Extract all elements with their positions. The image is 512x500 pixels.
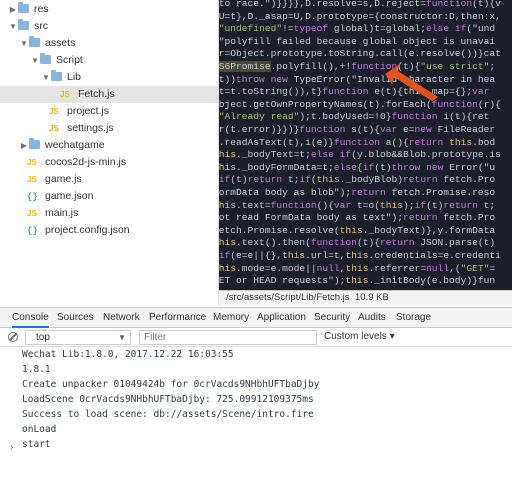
- editor-file-size: 10.9 KB: [355, 292, 389, 303]
- tree-item-label: main.js: [45, 207, 79, 219]
- tree-item-label: Lib: [67, 71, 82, 83]
- tree-item-label: Script: [56, 54, 83, 66]
- tree-item-script[interactable]: ▼ Script: [0, 52, 83, 69]
- clear-console-icon[interactable]: [8, 332, 18, 342]
- js-file-icon: JS: [27, 209, 37, 218]
- tab-audits[interactable]: Audits: [358, 308, 386, 328]
- editor-file-path: /src/assets/Script/Lib/Fetch.js: [226, 292, 350, 303]
- tree-item-game-json[interactable]: {} game.json: [0, 188, 93, 205]
- folder-icon: [29, 138, 40, 149]
- tree-item-label: res: [34, 3, 49, 15]
- console-line: start: [22, 439, 51, 450]
- js-file-icon: JS: [60, 90, 70, 99]
- devtools-tab-bar: Console Sources Network Performance Memo…: [0, 307, 512, 328]
- chevron-down-icon[interactable]: ▼: [19, 35, 29, 52]
- js-file-icon: JS: [49, 124, 59, 133]
- folder-icon: [18, 19, 29, 30]
- console-line: Success to load scene: db://assets/Scene…: [22, 409, 314, 420]
- tree-item-assets[interactable]: ▼ assets: [0, 35, 75, 52]
- chevron-right-icon[interactable]: ▶: [19, 137, 29, 154]
- ide-top-area: ▶ res ▼ src ▼ assets ▼ Script ▼ Lib JS Fetch.js JS pr…: [0, 0, 512, 305]
- tree-item-label: project.js: [67, 105, 110, 117]
- folder-icon: [29, 36, 40, 47]
- console-line: onLoad: [22, 424, 57, 435]
- chevron-down-icon[interactable]: ▼: [41, 69, 51, 86]
- chevron-down-icon[interactable]: ▼: [30, 52, 40, 69]
- tree-item-label: game.json: [45, 190, 94, 202]
- folder-icon: [18, 2, 29, 13]
- console-filter-input[interactable]: [139, 330, 317, 345]
- code-line: GET or HEAD requests");this._initBody(e.…: [219, 275, 496, 287]
- json-file-icon: {}: [27, 192, 38, 202]
- tree-item-project-js[interactable]: JS project.js: [0, 103, 109, 120]
- tab-security[interactable]: Security: [314, 308, 350, 328]
- tree-item-res[interactable]: ▶ res: [0, 1, 49, 18]
- chevron-right-icon[interactable]: ▶: [8, 1, 18, 18]
- tree-item-label: wechatgame: [45, 139, 105, 151]
- tree-item-src[interactable]: ▼ src: [0, 18, 48, 35]
- chevron-down-icon[interactable]: ▼: [8, 18, 18, 35]
- tree-item-label: game.js: [45, 173, 82, 185]
- console-toolbar: top ▼ Custom levels ▾: [0, 329, 512, 347]
- tab-network[interactable]: Network: [103, 308, 140, 328]
- tree-item-project-config-json[interactable]: {} project.config.json: [0, 222, 130, 239]
- annotation-arrow-icon: [385, 64, 438, 101]
- js-file-icon: JS: [49, 107, 59, 116]
- console-line: Wechat Lib:1.8.0, 2017.12.22 16:03:55: [22, 349, 234, 360]
- js-file-icon: JS: [27, 158, 37, 167]
- folder-icon: [51, 70, 62, 81]
- file-tree: ▶ res ▼ src ▼ assets ▼ Script ▼ Lib JS Fetch.js JS pr…: [0, 0, 219, 305]
- log-levels-dropdown[interactable]: Custom levels ▾: [324, 331, 395, 342]
- console-line: Create unpacker 01049424b for 0crVacds9N…: [22, 379, 320, 390]
- tab-performance[interactable]: Performance: [149, 308, 206, 328]
- context-label: top: [36, 332, 50, 343]
- tree-item-game-js[interactable]: JS game.js: [0, 171, 82, 188]
- tree-item-label: assets: [45, 37, 76, 49]
- js-file-icon: JS: [27, 175, 37, 184]
- console-line: LoadScene 0crVacds9NHbhUFTbaDjby: 725.09…: [22, 394, 314, 405]
- context-selector[interactable]: top ▼: [25, 330, 131, 345]
- tree-item-fetch-js[interactable]: JS Fetch.js: [0, 86, 218, 103]
- tab-memory[interactable]: Memory: [213, 308, 249, 328]
- tree-item-settings-js[interactable]: JS settings.js: [0, 120, 114, 137]
- tree-item-label: cocos2d-js-min.js: [45, 156, 127, 168]
- tree-item-label: src: [34, 20, 48, 32]
- editor-status-bar: /src/assets/Script/Lib/Fetch.js 10.9 KB: [219, 290, 512, 305]
- json-file-icon: {}: [27, 226, 38, 236]
- code-editor[interactable]: to race.")}}}},D.resolve=s,D.reject=func…: [219, 0, 512, 290]
- tab-console[interactable]: Console: [12, 308, 49, 328]
- console-prompt[interactable]: ›: [10, 442, 13, 453]
- tree-item-label: project.config.json: [45, 224, 130, 236]
- tree-item-main-js[interactable]: JS main.js: [0, 205, 78, 222]
- tree-item-wechatgame[interactable]: ▶ wechatgame: [0, 137, 105, 154]
- tree-item-label: Fetch.js: [78, 88, 115, 100]
- tab-sources[interactable]: Sources: [57, 308, 94, 328]
- tab-storage[interactable]: Storage: [396, 308, 431, 328]
- console-output: Wechat Lib:1.8.0, 2017.12.22 16:03:55 1.…: [0, 347, 512, 500]
- chevron-down-icon: ▼: [118, 333, 126, 342]
- tree-item-label: settings.js: [67, 122, 114, 134]
- folder-icon: [40, 53, 51, 64]
- tab-application[interactable]: Application: [257, 308, 306, 328]
- tree-item-lib[interactable]: ▼ Lib: [0, 69, 81, 86]
- tree-item-cocos2d-js-min-js[interactable]: JS cocos2d-js-min.js: [0, 154, 126, 171]
- console-line: 1.8.1: [22, 364, 51, 375]
